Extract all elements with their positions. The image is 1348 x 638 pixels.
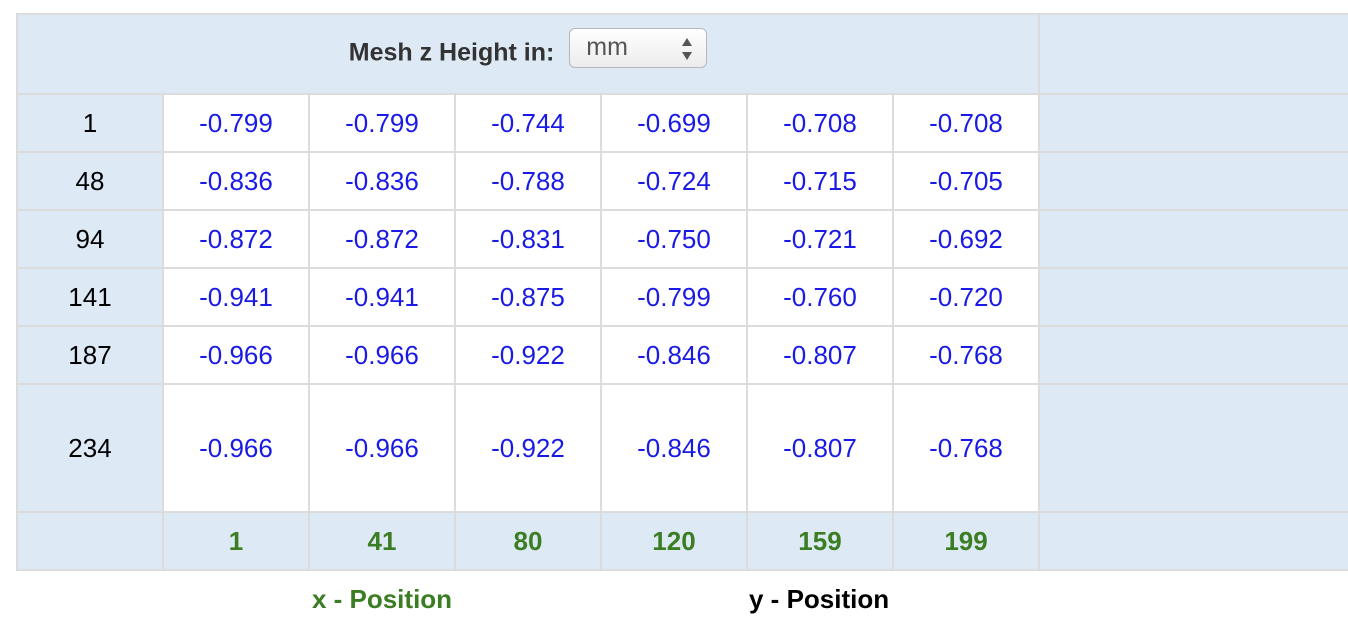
x-position-label: 80 <box>454 511 602 571</box>
mesh-value-cell[interactable]: -0.724 <box>600 151 748 211</box>
axis-caption-row: x - Position y - Position <box>17 569 1348 628</box>
mesh-value-cell[interactable]: -0.692 <box>891 209 1041 269</box>
mesh-value-cell[interactable]: -0.966 <box>308 383 456 513</box>
y-position-label: 141 <box>16 267 164 327</box>
mesh-value-cell[interactable]: -0.708 <box>746 93 894 153</box>
mesh-value-cell[interactable]: -0.875 <box>454 267 602 327</box>
x-position-label: 1 <box>162 511 310 571</box>
mesh-value-cell[interactable]: -0.720 <box>891 267 1041 327</box>
x-axis-caption: x - Position <box>17 569 747 628</box>
mesh-value-cell[interactable]: -0.922 <box>454 325 602 385</box>
mesh-value-cell[interactable]: -0.807 <box>746 383 894 513</box>
mesh-value-cell[interactable]: -0.768 <box>891 383 1041 513</box>
mesh-height-title: Mesh z Height in: <box>348 38 555 67</box>
mesh-value-cell[interactable]: -0.941 <box>162 267 310 327</box>
y-axis-caption: y - Position <box>747 569 1348 628</box>
mesh-value-cell[interactable]: -0.846 <box>600 325 748 385</box>
mesh-value-cell[interactable]: -0.699 <box>600 93 748 153</box>
row-spacer <box>1038 93 1348 153</box>
row-spacer <box>1038 151 1348 211</box>
mesh-value-cell[interactable]: -0.966 <box>162 383 310 513</box>
y-position-label: 234 <box>16 383 164 513</box>
unit-select-value: mm <box>586 33 628 61</box>
mesh-value-cell[interactable]: -0.744 <box>454 93 602 153</box>
mesh-value-cell[interactable]: -0.750 <box>600 209 748 269</box>
y-position-label: 48 <box>16 151 164 211</box>
row-spacer <box>1038 209 1348 269</box>
table-row: 234 -0.966 -0.966 -0.922 -0.846 -0.807 -… <box>16 383 1348 513</box>
x-position-label: 199 <box>891 511 1041 571</box>
mesh-value-cell[interactable]: -0.799 <box>600 267 748 327</box>
mesh-height-table: Mesh z Height in: mm 1 -0.799 -0.799 -0.… <box>15 13 1348 628</box>
unit-select[interactable]: mm <box>569 28 708 68</box>
mesh-value-cell[interactable]: -0.799 <box>162 93 310 153</box>
table-row: 1 -0.799 -0.799 -0.744 -0.699 -0.708 -0.… <box>16 93 1348 153</box>
mesh-value-cell[interactable]: -0.768 <box>891 325 1041 385</box>
table-row: 94 -0.872 -0.872 -0.831 -0.750 -0.721 -0… <box>16 209 1348 269</box>
mesh-page: Mesh z Height in: mm 1 -0.799 -0.799 -0.… <box>0 0 1348 638</box>
table-header-row: Mesh z Height in: mm <box>15 13 1348 95</box>
row-spacer <box>1038 267 1348 327</box>
row-spacer <box>1038 383 1348 513</box>
x-position-label: 159 <box>746 511 894 571</box>
mesh-value-cell[interactable]: -0.788 <box>454 151 602 211</box>
mesh-value-cell[interactable]: -0.760 <box>746 267 894 327</box>
y-position-label: 187 <box>16 325 164 385</box>
footer-spacer <box>1038 511 1348 571</box>
mesh-value-cell[interactable]: -0.872 <box>162 209 310 269</box>
x-position-label: 41 <box>308 511 456 571</box>
mesh-value-cell[interactable]: -0.721 <box>746 209 894 269</box>
mesh-value-cell[interactable]: -0.966 <box>162 325 310 385</box>
mesh-value-cell[interactable]: -0.836 <box>162 151 310 211</box>
mesh-value-cell[interactable]: -0.966 <box>308 325 456 385</box>
y-position-label: 94 <box>16 209 164 269</box>
x-position-row: 1 41 80 120 159 199 <box>16 511 1348 571</box>
mesh-value-cell[interactable]: -0.831 <box>454 209 602 269</box>
y-position-label: 1 <box>16 93 164 153</box>
row-spacer <box>1038 325 1348 385</box>
mesh-value-cell[interactable]: -0.705 <box>891 151 1041 211</box>
y-axis-caption-text: y - Position <box>749 584 890 614</box>
mesh-value-cell[interactable]: -0.846 <box>600 383 748 513</box>
up-down-arrows-icon <box>682 38 693 60</box>
mesh-value-cell[interactable]: -0.872 <box>308 209 456 269</box>
table-row: 141 -0.941 -0.941 -0.875 -0.799 -0.760 -… <box>16 267 1348 327</box>
mesh-value-cell[interactable]: -0.799 <box>308 93 456 153</box>
header-spacer <box>1038 13 1348 95</box>
mesh-value-cell[interactable]: -0.715 <box>746 151 894 211</box>
mesh-value-cell[interactable]: -0.922 <box>454 383 602 513</box>
header-cell: Mesh z Height in: mm <box>15 13 1041 95</box>
mesh-value-cell[interactable]: -0.708 <box>891 93 1041 153</box>
table-row: 48 -0.836 -0.836 -0.788 -0.724 -0.715 -0… <box>16 151 1348 211</box>
mesh-value-cell[interactable]: -0.836 <box>308 151 456 211</box>
x-position-label: 120 <box>600 511 748 571</box>
corner-cell <box>16 511 164 571</box>
table-row: 187 -0.966 -0.966 -0.922 -0.846 -0.807 -… <box>16 325 1348 385</box>
mesh-value-cell[interactable]: -0.807 <box>746 325 894 385</box>
mesh-value-cell[interactable]: -0.941 <box>308 267 456 327</box>
